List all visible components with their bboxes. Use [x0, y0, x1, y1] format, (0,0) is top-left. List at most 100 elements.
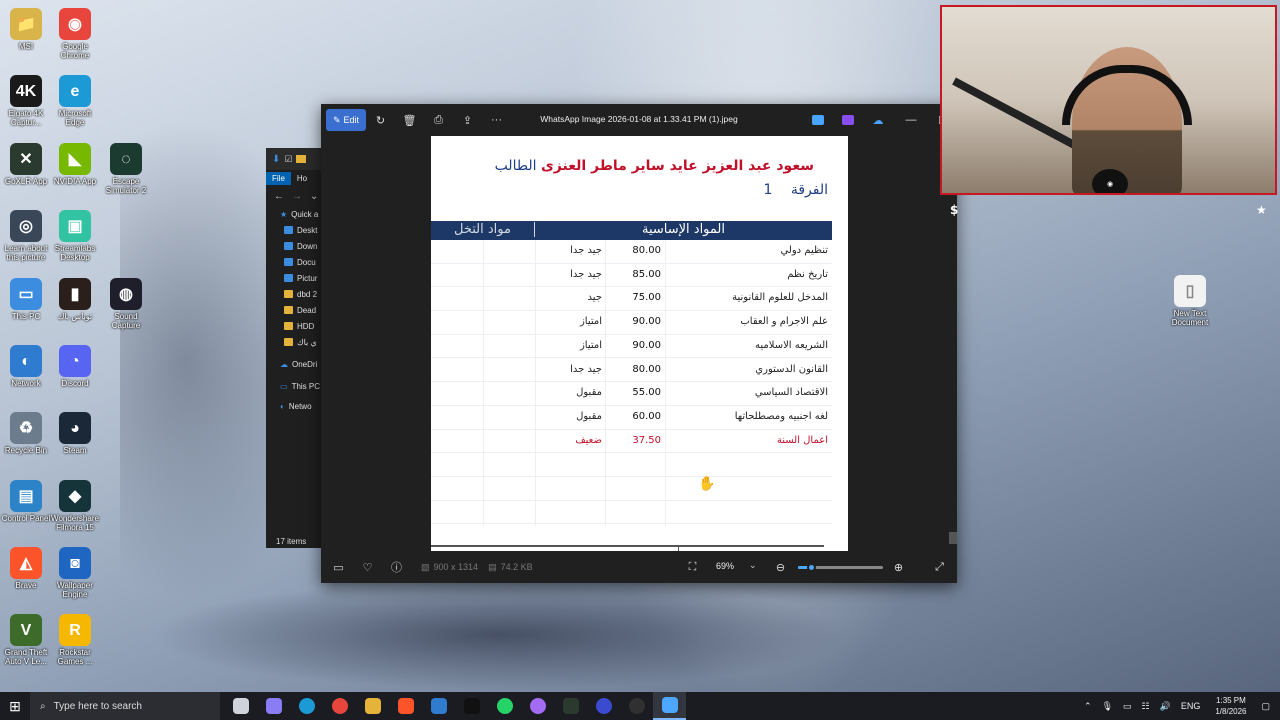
volume-icon[interactable]: 🔊: [1155, 701, 1176, 712]
desktop-icon[interactable]: ◙ Wallpaper Engine: [49, 547, 101, 599]
desktop-icon[interactable]: ◌ Escape Simulator 2: [100, 143, 152, 195]
desktop-icon[interactable]: ◕ Steam: [49, 412, 101, 455]
desktop-icon[interactable]: ◆ Wondershare Filmora 15: [49, 480, 101, 532]
desktop-icon[interactable]: ◍ Sound Capture: [100, 278, 152, 330]
ribbon-tab-home[interactable]: Ho: [291, 172, 313, 185]
info-button[interactable]: ⓘ: [382, 556, 411, 578]
zoom-slider-thumb[interactable]: [806, 563, 816, 572]
desktop-icon[interactable]: ◔ Discord: [49, 345, 101, 388]
filmstrip-button[interactable]: ▭: [324, 556, 353, 578]
desktop-icon[interactable]: ▭ This PC: [0, 278, 52, 321]
desktop-icon[interactable]: ✕ GoXLR App: [0, 143, 52, 186]
notifications-icon[interactable]: ▢: [1256, 701, 1280, 712]
taskbar-app-messenger[interactable]: [521, 692, 554, 720]
desktop-icon[interactable]: R Rockstar Games ...: [49, 614, 101, 666]
scroll-handle[interactable]: [949, 532, 957, 544]
taskbar-apps: [224, 692, 686, 720]
taskbar-app-obs[interactable]: [620, 692, 653, 720]
zoom-slider[interactable]: [798, 563, 883, 572]
streamer-logo: ◉: [1092, 169, 1128, 193]
zoom-in-button[interactable]: ⊕: [884, 556, 913, 578]
taskbar-search[interactable]: ⌕ Type here to search: [30, 692, 220, 720]
document-image[interactable]: سعود عبد العزيز عايد ساير ماطر العنزى ال…: [431, 136, 848, 551]
taskbar-app-mail[interactable]: [422, 692, 455, 720]
subject-cell: الاقتصاد السياسي: [754, 387, 828, 399]
minimize-button[interactable]: —: [893, 109, 929, 131]
desktop-icon[interactable]: ◐ Network: [0, 345, 52, 388]
folder-icon: [284, 274, 293, 282]
microphone-icon[interactable]: 🎙: [1097, 701, 1118, 712]
battery-icon[interactable]: ▭: [1118, 701, 1137, 712]
app-icon: ◐: [10, 345, 42, 377]
desktop-icon[interactable]: ◣ NVIDIA App: [49, 143, 101, 186]
zoom-dropdown-icon[interactable]: ⌄: [749, 560, 757, 571]
more-button[interactable]: ···: [482, 109, 511, 131]
taskbar-app-goxlr[interactable]: [554, 692, 587, 720]
desktop-icon[interactable]: e Microsoft Edge: [49, 75, 101, 127]
desktop-icon-label: Recycle Bin: [4, 446, 48, 455]
subject-cell: القانون الدستوري: [755, 363, 828, 375]
desktop-icon[interactable]: ♻ Recycle Bin: [0, 412, 52, 455]
desktop-icon-label: This PC: [11, 312, 41, 321]
taskbar-app-copilot[interactable]: [257, 692, 290, 720]
explorer-status: 17 items: [276, 537, 307, 546]
clock[interactable]: 1:35 PM 1/8/2026: [1205, 695, 1256, 717]
explorer-nav-label: Quick a: [291, 209, 319, 219]
desktop-icon[interactable]: ▯ New Text Document: [1164, 275, 1216, 327]
down-arrow-icon: ⬇: [272, 153, 281, 165]
desktop-icon[interactable]: ◎ Learn about this picture: [0, 210, 52, 262]
delete-button[interactable]: 🗑: [395, 109, 424, 131]
desktop-icon[interactable]: ◉ Google Chrome: [49, 8, 101, 60]
viewer-title: WhatsApp Image 2026-01-08 at 1.33.41 PM …: [540, 114, 738, 124]
designer-button[interactable]: [803, 109, 833, 131]
info-icon: ⓘ: [391, 562, 402, 574]
taskbar-app-edge[interactable]: [290, 692, 323, 720]
favorite-button[interactable]: ♡: [353, 556, 382, 578]
rotate-button[interactable]: ↻: [366, 109, 395, 131]
zoom-value[interactable]: 69%: [716, 561, 734, 571]
share-button[interactable]: ⇪: [453, 109, 482, 131]
table-divider: [665, 240, 666, 526]
taskbar-app-photos[interactable]: [653, 692, 686, 720]
folder-icon: [284, 226, 293, 234]
whatsapp-icon: [496, 698, 513, 714]
more-icon: ···: [491, 114, 502, 126]
ribbon-tab-file[interactable]: File: [266, 171, 291, 185]
fullscreen-button[interactable]: ⤢: [925, 556, 954, 578]
score-cell: 60.00: [632, 410, 661, 422]
chevron-down-icon[interactable]: ⌄: [310, 191, 318, 202]
desktop-icon-label: Elgato 4K Captur...: [8, 109, 44, 127]
language-indicator[interactable]: ENG: [1176, 701, 1206, 711]
back-arrow-icon[interactable]: ←: [274, 191, 284, 202]
network-icon[interactable]: ☷: [1137, 701, 1155, 712]
onedrive-button[interactable]: ☁: [863, 109, 893, 131]
start-button[interactable]: ⊞: [0, 692, 30, 720]
taskbar-app-whatsapp[interactable]: [488, 692, 521, 720]
desktop-icon[interactable]: 📁 MSI: [0, 8, 52, 51]
desktop-icon[interactable]: ▮ توباس باك: [49, 278, 101, 321]
taskbar-app-task-view[interactable]: [224, 692, 257, 720]
taskbar-app-tiktok[interactable]: [455, 692, 488, 720]
subject-cell: اعمال السنة: [776, 434, 828, 446]
fit-button[interactable]: ⛶: [678, 556, 707, 578]
search-icon: ⌕: [40, 700, 46, 712]
taskbar-app-media-player[interactable]: [587, 692, 620, 720]
print-button[interactable]: ⎙: [424, 109, 453, 131]
explorer-nav-label: OneDri: [292, 359, 318, 369]
zoom-out-button[interactable]: ⊖: [766, 556, 795, 578]
edit-label: Edit: [343, 115, 360, 125]
clipchamp-button[interactable]: [833, 109, 863, 131]
taskbar-app-file-explorer[interactable]: [356, 692, 389, 720]
desktop-icon[interactable]: ◭ Brave: [0, 547, 52, 590]
desktop-icon[interactable]: ▤ Control Panel: [0, 480, 52, 523]
taskbar-app-chrome[interactable]: [323, 692, 356, 720]
forward-arrow-icon[interactable]: →: [292, 191, 302, 202]
desktop-icon[interactable]: ▣ Streamlabs Desktop: [49, 210, 101, 262]
desktop-icon-label: MSI: [18, 42, 34, 51]
taskbar-app-brave[interactable]: [389, 692, 422, 720]
desktop-icon[interactable]: 4K Elgato 4K Captur...: [0, 75, 52, 127]
desktop-icon[interactable]: V Grand Theft Auto V Le...: [0, 614, 52, 666]
tray-chevron-icon[interactable]: ⌃: [1079, 701, 1097, 712]
edit-button[interactable]: ✎ Edit: [326, 109, 366, 131]
desktop-icon-label: توباس باك: [57, 312, 93, 321]
